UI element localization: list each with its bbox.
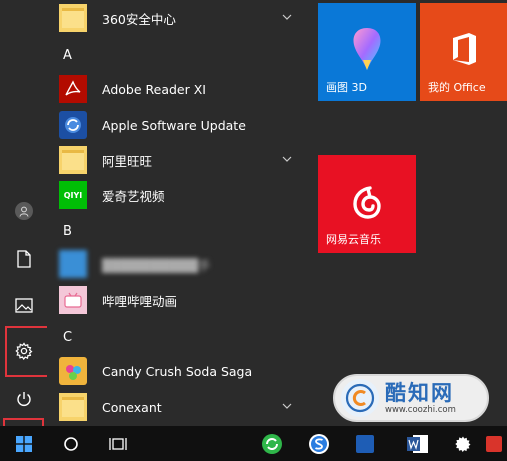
documents-button[interactable] [0,239,47,279]
app-item-360[interactable]: 360安全中心 [59,0,305,36]
app-item-blurred[interactable]: ██████████手 [59,246,305,282]
app-item-candy-crush[interactable]: Candy Crush Soda Saga [59,353,305,389]
app-label: Adobe Reader XI [102,81,206,97]
document-icon [16,250,31,268]
tile-label: 网易云音乐 [326,233,381,246]
paint-3d-icon [318,25,416,73]
taskbar [0,426,507,461]
app-label: ██████████手 [102,257,211,273]
tile-paint-3d[interactable]: 画图 3D [318,3,416,101]
app-label: 爱奇艺视频 [102,188,165,204]
folder-icon [59,4,87,32]
windows-logo-icon [16,435,32,452]
power-button[interactable] [0,379,47,419]
letter-header-c[interactable]: C [63,330,72,345]
gear-icon [455,436,471,452]
app-item-apple-software-update[interactable]: Apple Software Update [59,107,305,143]
coozhi-watermark: 酷知网 www.coozhi.com [333,374,489,422]
folder-icon [59,393,87,421]
apple-update-icon [59,111,87,139]
chevron-down-icon[interactable] [281,11,293,23]
app-label: 哔哩哔哩动画 [102,293,178,309]
taskbar-app-sogou[interactable] [304,426,334,461]
power-icon [16,392,31,406]
watermark-url: www.coozhi.com [385,404,456,415]
tile-label: 画图 3D [326,81,367,94]
tile-netease-music[interactable]: 网易云音乐 [318,155,416,253]
iqiyi-icon: QIYI [59,181,87,209]
app-item-iqiyi[interactable]: QIYI 爱奇艺视频 [59,177,305,213]
app-square-icon [486,435,502,452]
task-view-button[interactable] [103,426,133,461]
bilibili-icon [59,286,87,314]
cortana-circle-icon [64,436,78,451]
taskbar-settings[interactable] [450,426,476,461]
search-button[interactable] [56,426,86,461]
pictures-button[interactable] [0,285,47,325]
app-label: 360安全中心 [102,11,176,27]
picture-icon [14,297,33,313]
taskbar-app-blue[interactable] [350,426,380,461]
user-icon [14,202,33,220]
tile-label: 我的 Office [428,81,486,94]
start-button[interactable] [8,426,40,461]
app-item-alibaba[interactable]: 阿里旺旺 [59,142,305,178]
app-label: Conexant [102,399,162,415]
chevron-down-icon[interactable] [281,153,293,165]
candy-crush-icon [59,357,87,385]
app-item-conexant[interactable]: Conexant [59,389,305,425]
app-item-bilibili[interactable]: 哔哩哔哩动画 [59,282,305,318]
letter-header-b[interactable]: B [63,224,72,239]
chevron-down-icon[interactable] [281,400,293,412]
sogou-icon [309,433,329,454]
user-account-button[interactable] [0,191,47,231]
letter-header-a[interactable]: A [63,48,72,63]
settings-highlight [5,326,51,377]
taskbar-app-word[interactable] [403,426,433,461]
blurred-app-icon [59,250,87,278]
app-item-adobe-reader[interactable]: Adobe Reader XI [59,71,305,107]
task-view-icon [109,437,127,450]
taskbar-app-360[interactable] [257,426,287,461]
app-label: 阿里旺旺 [102,153,153,169]
word-icon [407,434,428,453]
watermark-title: 酷知网 [385,379,454,405]
taskbar-app-red[interactable] [482,426,506,461]
green-refresh-icon [262,433,282,454]
tile-my-office[interactable]: 我的 Office [420,3,507,101]
app-square-icon [356,434,374,453]
office-icon [420,25,507,73]
coozhi-logo-icon [341,379,379,417]
folder-icon [59,146,87,174]
app-list[interactable]: 360安全中心 A Adobe Reader XI Apple Software… [47,0,305,426]
app-label: Candy Crush Soda Saga [102,363,253,379]
netease-music-icon [318,179,416,227]
app-label: Apple Software Update [102,117,246,133]
adobe-reader-icon [59,75,87,103]
